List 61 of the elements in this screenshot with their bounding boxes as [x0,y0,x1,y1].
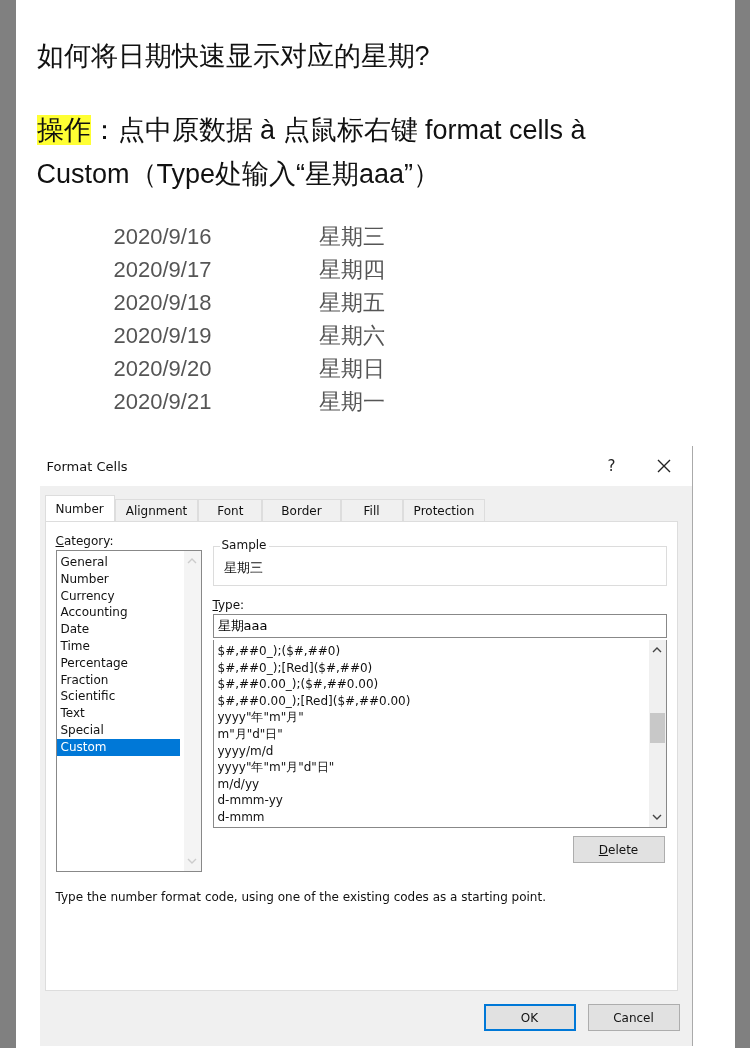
sample-value: 星期三 [223,559,264,577]
format-item[interactable]: yyyy/m/d [213,742,649,760]
category-label: Category: [55,534,115,548]
category-item[interactable]: Fraction [56,671,184,689]
date-text: 2020/9/16 [113,223,213,251]
date-text: 2020/9/19 [113,322,213,350]
scrollbar[interactable] [648,640,666,827]
category-item[interactable]: General [56,554,184,571]
ok-button[interactable]: OK [483,1004,576,1031]
sample-label: Sample [219,538,269,552]
description-text: Type the number format code, using one of the existing codes as a starting point. [55,890,547,904]
dialog-tab[interactable]: Border [262,499,341,521]
dialog-tab[interactable]: Alignment [114,499,199,521]
instruction-text: 操作：点中原数据 à 点鼠标右键 format cells à Custom（Type处输入“星期aaa”） [36,114,587,191]
cancel-button[interactable]: Cancel [587,1004,680,1031]
close-icon[interactable] [655,458,672,474]
dialog-tab[interactable]: Protection [402,499,486,521]
format-item[interactable]: d-mmm [213,808,649,826]
dialog-tab[interactable]: Font [198,499,263,521]
category-list[interactable]: General Number Currency Accounting Date Time Percentage Fraction Scientific Text Special Custom [55,550,202,872]
category-item[interactable]: Percentage [56,654,184,672]
category-item[interactable]: Text [56,705,184,722]
category-item[interactable]: Custom [56,738,180,756]
scroll-down-icon[interactable] [652,814,662,821]
weekday-text: 星期三 [318,223,385,251]
type-field[interactable]: 星期aaa [212,614,667,638]
dialog-tab[interactable]: Fill [340,499,403,521]
format-item[interactable]: d-mmm-yy [213,792,649,809]
category-item[interactable]: Scientific [56,688,184,706]
format-item[interactable]: $#,##0_);[Red]($#,##0) [213,659,649,677]
scroll-thumb[interactable] [649,713,665,743]
format-item[interactable]: m/d/yy [213,775,649,793]
weekday-text: 星期六 [318,322,385,350]
category-item[interactable]: Time [56,638,184,655]
date-text: 2020/9/18 [113,289,213,317]
format-list[interactable]: $#,##0_);($#,##0) $#,##0_);[Red]($#,##0) $#,##0.00_);($#,##0.00) $#,##0.00_);[Red]($#,##0.00) yyyy"年"m"月" m"月"d"日" yyyy/m/d yyyy"年"m"月"d"日" m/d/yy d-mmm-yy d-mmm [212,640,667,828]
weekday-text: 星期四 [318,256,385,284]
weekday-text: 星期一 [318,388,385,416]
date-text: 2020/9/20 [113,355,213,383]
format-item[interactable]: yyyy"年"m"月"d"日" [213,759,649,776]
format-item[interactable]: $#,##0.00_);($#,##0.00) [213,676,649,693]
format-item[interactable]: $#,##0.00_);[Red]($#,##0.00) [213,692,649,710]
type-label: Type: [212,598,246,612]
dialog-title: Format Cells [46,458,129,474]
category-item[interactable]: Special [56,721,184,739]
category-item[interactable]: Number [56,570,184,588]
weekday-text: 星期五 [318,289,385,317]
format-item[interactable]: m"月"d"日" [213,725,649,743]
scroll-up-icon[interactable] [652,646,662,653]
category-item[interactable]: Currency [56,587,184,605]
delete-button[interactable]: Delete [572,836,665,863]
category-item[interactable]: Date [56,621,184,638]
format-item[interactable]: $#,##0_);($#,##0) [213,643,649,660]
dialog-tab[interactable]: Number [44,495,115,521]
heading: 如何将日期快速显示对应的星期? [36,40,431,73]
weekday-text: 星期日 [318,355,385,383]
category-item[interactable]: Accounting [56,604,184,622]
help-button[interactable]: ? [605,457,618,475]
format-item[interactable]: yyyy"年"m"月" [213,709,649,726]
date-text: 2020/9/17 [113,256,213,284]
date-text: 2020/9/21 [113,388,213,416]
